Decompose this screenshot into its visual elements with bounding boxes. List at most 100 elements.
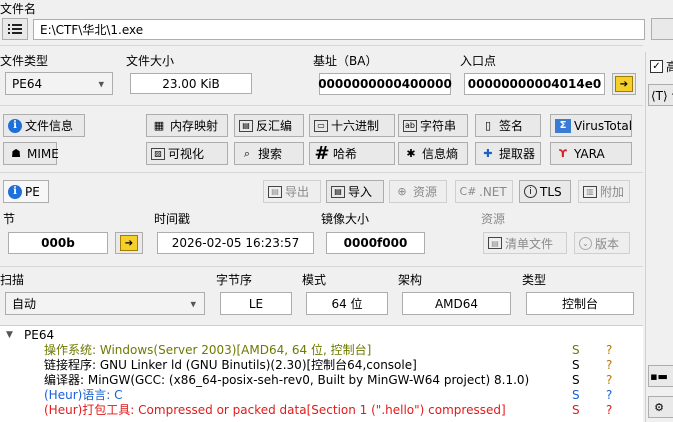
resources-btn-label: 资源 [413,185,438,199]
sections-label: 节 [3,212,16,226]
manifest-button[interactable]: ▤ 清单文件 [483,232,567,254]
menu-icon [7,21,23,37]
right-tag-button[interactable]: ⟨T⟩ 论 [648,84,673,106]
sections-go-button[interactable]: ➔ [115,232,143,254]
result-signature-flag[interactable]: S [572,403,580,418]
entry-point-label: 入口点 [460,54,497,68]
mode-label: 模式 [302,273,327,287]
tool-r1-label-6: VirusTotal [574,118,633,133]
tool-r2-label-6: YARA [574,146,605,161]
tool-r1-label-5: 签名 [499,119,524,133]
right-checkbox[interactable]: ✓ 高 [650,58,673,75]
disasm-icon: ▤ [239,119,253,132]
image-icon: ▨ [151,147,165,160]
dotnet-label: .NET [479,184,507,199]
tls-info-icon: i [524,185,537,198]
version-button[interactable]: ⌄ 版本 [574,232,630,254]
result-info-flag[interactable]: ? [606,343,612,358]
result-row[interactable]: 编译器: MinGW(GCC: (x86_64-posix-seh-rev0, … [44,373,529,388]
tool-r1-button-2[interactable]: ▤ 反汇编 [234,114,304,137]
tool-r2-button-4[interactable]: ✱ 信息熵 [398,142,468,165]
tree-collapse-icon[interactable]: ▼ [6,328,13,343]
base-address-value: 0000000000400000 [318,73,452,95]
right-checkbox-label: 高 [666,60,673,74]
right-scroll-button[interactable]: ▪▬ [648,365,673,387]
export-button[interactable]: ▤ 导出 [263,180,321,203]
overlay-button[interactable]: ▥ 附加 [578,180,630,203]
tool-r1-button-3[interactable]: ▭ 十六进制 [309,114,395,137]
tool-r2-button-6[interactable]: ϒ YARA [550,142,632,165]
tool-r2-label-4: 信息熵 [422,147,459,161]
resources-button[interactable]: ⊕ 资源 [389,180,447,203]
memory-icon: ▦ [153,119,165,132]
tool-r2-button-5[interactable]: ✚ 提取器 [475,142,541,165]
open-file-button[interactable] [651,18,673,40]
menu-button[interactable] [2,18,28,40]
yara-icon: ϒ [558,147,568,160]
info-icon: i [8,118,22,133]
entropy-icon: ✱ [406,147,416,160]
result-row[interactable]: 链接程序: GNU Linker ld (GNU Binutils)(2.30)… [44,358,417,373]
resources-icon: ⊕ [397,185,407,198]
strings-icon: ab [403,119,417,132]
tls-button[interactable]: i TLS [519,180,571,203]
tool-r2-label-1: 可视化 [168,147,205,161]
settings-button[interactable]: ⚙ [648,396,673,418]
tool-r2-label-0: MIME [27,146,59,161]
result-row[interactable]: (Heur)打包工具: Compressed or packed data[Se… [44,403,506,418]
tree-root-label[interactable]: PE64 [24,328,54,343]
sections-value: 000b [8,232,108,254]
result-info-flag[interactable]: ? [606,358,612,373]
image-size-label: 镜像大小 [321,212,370,226]
result-info-flag[interactable]: ? [606,373,612,388]
manifest-icon: ▤ [488,237,502,249]
tool-r2-button-3[interactable]: # 哈希 [309,142,395,165]
export-label: 导出 [285,185,310,199]
import-button[interactable]: ▤ 导入 [326,180,384,203]
tls-label: TLS [540,184,562,199]
result-signature-flag[interactable]: S [572,388,580,403]
file-path-input[interactable]: E:\CTF\华北\1.exe [33,19,645,40]
tool-r2-button-2[interactable]: ⌕ 搜索 [234,142,304,165]
file-name-label: 文件名 [0,2,37,16]
tool-r1-button-4[interactable]: ab 字符串 [398,114,468,137]
dotnet-button[interactable]: C# .NET [455,180,513,203]
file-type-select[interactable]: PE64 [5,72,113,95]
csharp-icon: C# [459,185,477,198]
result-info-flag[interactable]: ? [606,403,612,418]
endian-label: 字节序 [216,273,253,287]
arch-label: 架构 [398,273,423,287]
signature-icon: ▯ [484,119,492,132]
tool-r1-button-0[interactable]: i 文件信息 [3,114,85,137]
overlay-label: 附加 [600,185,625,199]
mode-value: 64 位 [306,292,388,315]
base-address-label: 基址（BA） [313,54,378,68]
scan-mode-select[interactable]: 自动 [5,292,205,315]
extractor-icon: ✚ [483,147,493,160]
tool-r2-button-0[interactable]: ☗ MIME [3,142,59,165]
tool-r1-button-6[interactable]: Σ VirusTotal [550,114,632,137]
type-value: 控制台 [526,292,634,315]
tool-r2-label-5: 提取器 [499,147,536,161]
tool-r2-label-2: 搜索 [258,147,283,161]
import-label: 导入 [348,185,373,199]
manifest-label: 清单文件 [505,236,554,251]
tool-r1-button-1[interactable]: ▦ 内存映射 [146,114,228,137]
result-info-flag[interactable]: ? [606,388,612,403]
results-tree[interactable]: ▼ PE64 操作系统: Windows(Server 2003)[AMD64,… [0,325,643,422]
right-tag-label: ⟨T⟩ 论 [651,88,673,103]
image-size-value: 0000f000 [326,232,425,254]
pe-button[interactable]: i PE [3,180,49,203]
result-signature-flag[interactable]: S [572,373,580,388]
result-row[interactable]: 操作系统: Windows(Server 2003)[AMD64, 64 位, … [44,343,371,358]
result-signature-flag[interactable]: S [572,343,580,358]
overlay-icon: ▥ [583,185,597,198]
result-row[interactable]: (Heur)语言: C [44,388,123,403]
tool-r1-label-2: 反汇编 [256,119,293,133]
result-signature-flag[interactable]: S [572,358,580,373]
tool-r2-label-3: 哈希 [333,147,358,161]
tool-r1-button-5[interactable]: ▯ 签名 [475,114,541,137]
entry-point-go-button[interactable]: ➔ [612,73,636,95]
tool-r2-button-1[interactable]: ▨ 可视化 [146,142,228,165]
export-icon: ▤ [268,185,282,198]
